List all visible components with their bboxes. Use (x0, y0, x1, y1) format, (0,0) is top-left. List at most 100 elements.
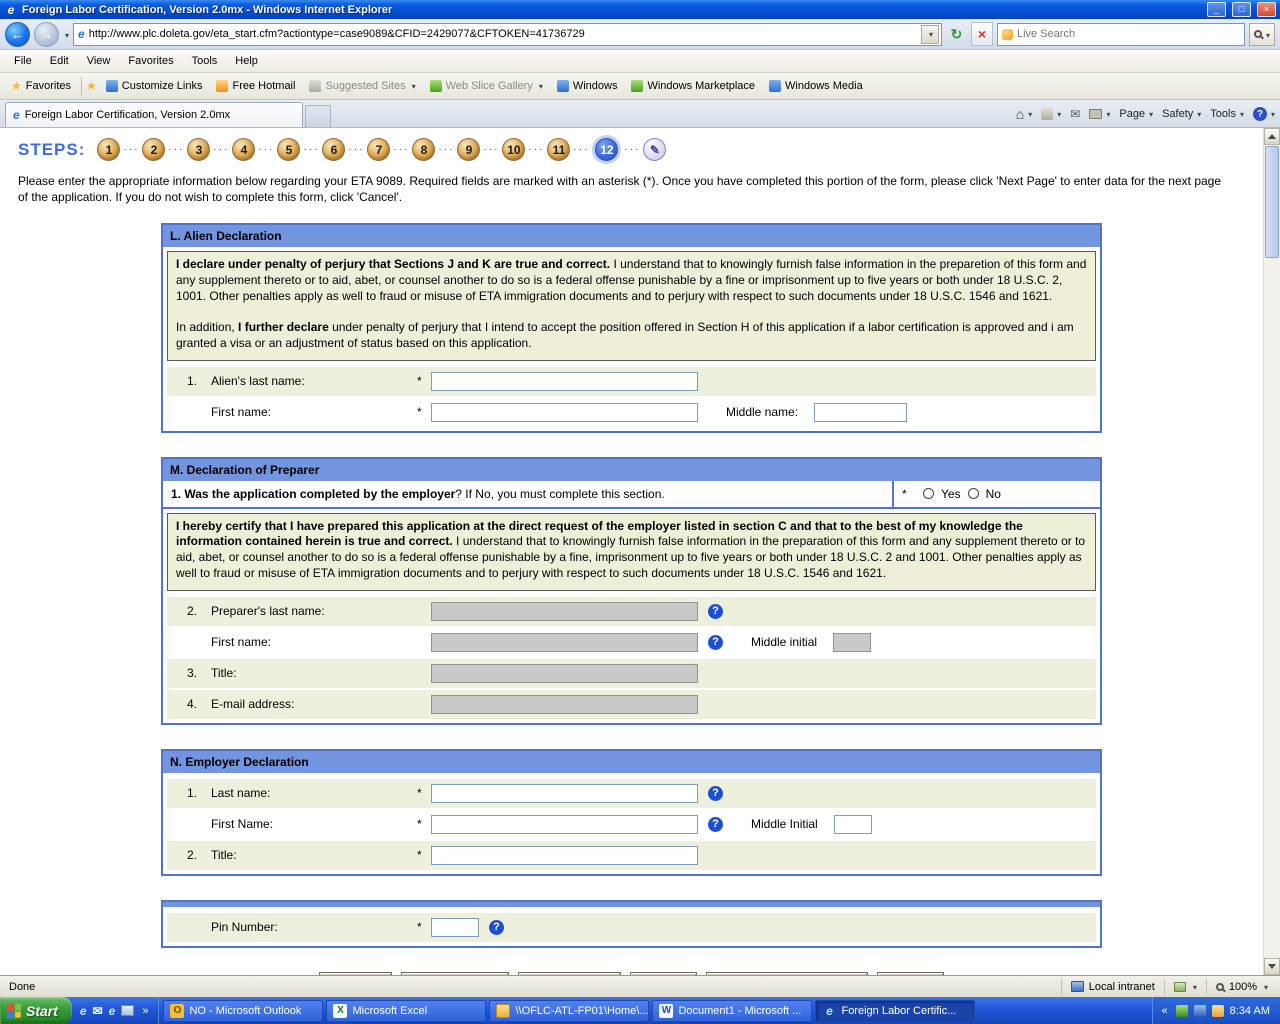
search-input[interactable] (1017, 28, 1240, 40)
back-button[interactable]: ← (5, 22, 30, 47)
address-dropdown-icon[interactable] (921, 25, 939, 44)
quick-launch-ie2-icon[interactable]: e (109, 1004, 116, 1018)
favorite-windows-marketplace[interactable]: Windows Marketplace (626, 78, 760, 94)
help-icon[interactable]: ? (708, 786, 723, 801)
employer-title-input[interactable] (431, 846, 698, 865)
step-3[interactable]: 3 (187, 138, 210, 161)
forward-button[interactable]: → (34, 22, 59, 47)
favorite-web-slice-gallery[interactable]: Web Slice Gallery (425, 78, 548, 94)
refresh-button[interactable]: ↻ (946, 22, 967, 46)
search-box[interactable] (997, 23, 1245, 46)
favorites-button[interactable]: ★ Favorites (5, 77, 77, 95)
quick-launch-overflow-chevron[interactable]: » (140, 1005, 150, 1017)
tray-expand-chevron[interactable]: « (1160, 1005, 1170, 1017)
menu-help[interactable]: Help (227, 52, 266, 70)
tools-menu-button[interactable]: Tools (1210, 108, 1244, 120)
step-6[interactable]: 6 (322, 138, 345, 161)
task-word[interactable]: W Document1 - Microsoft ... (652, 1000, 812, 1022)
task-outlook[interactable]: O NO - Microsoft Outlook (163, 1000, 323, 1022)
minimize-button[interactable]: _ (1207, 2, 1226, 17)
dropdown-arrow-icon[interactable] (1238, 108, 1244, 120)
step-9[interactable]: 9 (457, 138, 480, 161)
page-menu-button[interactable]: Page (1119, 108, 1153, 120)
task-excel[interactable]: X Microsoft Excel (326, 1000, 486, 1022)
step-5[interactable]: 5 (277, 138, 300, 161)
safety-menu-button[interactable]: Safety (1162, 108, 1201, 120)
dropdown-arrow-icon[interactable] (1055, 108, 1061, 120)
tab-foreign-labor-certification[interactable]: e Foreign Labor Certification, Version 2… (5, 102, 303, 127)
dropdown-arrow-icon[interactable] (1269, 108, 1275, 120)
step-2[interactable]: 2 (142, 138, 165, 161)
stop-button[interactable]: × (971, 22, 993, 46)
step-12-current[interactable]: 12 (595, 138, 618, 161)
employer-first-name-input[interactable] (431, 815, 698, 834)
url-input[interactable] (89, 28, 917, 40)
dropdown-arrow-icon[interactable] (1026, 108, 1032, 120)
favorite-customize-links[interactable]: Customize Links (101, 78, 208, 94)
quick-launch-mail-icon[interactable]: ✉ (93, 1004, 103, 1018)
help-icon[interactable]: ? (489, 920, 504, 935)
tray-shield-icon[interactable] (1176, 1005, 1188, 1017)
quick-launch-ie-icon[interactable]: e (80, 1004, 87, 1018)
show-desktop-icon[interactable] (121, 1005, 134, 1016)
feeds-button[interactable] (1041, 108, 1061, 120)
help-icon[interactable]: ? (708, 817, 723, 832)
alien-middle-name-input[interactable] (814, 403, 907, 422)
tray-mail-icon[interactable] (1212, 1005, 1224, 1017)
step-11[interactable]: 11 (547, 138, 570, 161)
dropdown-arrow-icon[interactable] (1191, 981, 1197, 993)
close-button[interactable]: × (1257, 2, 1276, 17)
yes-radio[interactable] (923, 488, 934, 499)
new-tab-button[interactable] (305, 105, 331, 127)
menu-view[interactable]: View (79, 52, 119, 70)
protected-mode-cell[interactable] (1164, 979, 1206, 995)
print-button[interactable] (1089, 108, 1110, 120)
final-step-icon[interactable]: ✎ (643, 138, 666, 161)
scrollbar-thumb[interactable] (1265, 146, 1279, 258)
dropdown-arrow-icon[interactable] (1104, 108, 1110, 120)
menu-favorites[interactable]: Favorites (120, 52, 181, 70)
alien-first-name-input[interactable] (431, 403, 698, 422)
search-button[interactable] (1249, 23, 1275, 46)
no-radio[interactable] (968, 488, 979, 499)
vertical-scrollbar[interactable] (1263, 128, 1280, 975)
employer-middle-initial-input[interactable] (834, 815, 872, 834)
step-10[interactable]: 10 (502, 138, 525, 161)
dropdown-arrow-icon[interactable] (410, 80, 416, 92)
dropdown-arrow-icon[interactable] (1147, 108, 1153, 120)
dropdown-arrow-icon[interactable] (537, 80, 543, 92)
scrollbar-track[interactable] (1264, 145, 1280, 958)
menu-edit[interactable]: Edit (42, 52, 77, 70)
menu-tools[interactable]: Tools (184, 52, 226, 70)
address-field[interactable]: e (73, 23, 942, 46)
maximize-button[interactable]: □ (1232, 2, 1251, 17)
employer-last-name-input[interactable] (431, 784, 698, 803)
add-favorite-icon[interactable]: ★ (86, 79, 97, 93)
task-foreign-labor-certification[interactable]: e Foreign Labor Certific... (815, 1000, 975, 1022)
step-7[interactable]: 7 (367, 138, 390, 161)
favorite-suggested-sites[interactable]: Suggested Sites (304, 78, 420, 94)
zoom-control[interactable]: 100% (1206, 979, 1277, 995)
search-dropdown-icon[interactable] (1264, 25, 1270, 43)
favorite-windows[interactable]: Windows (552, 78, 623, 94)
dropdown-arrow-icon[interactable] (1195, 108, 1201, 120)
favorite-free-hotmail[interactable]: Free Hotmail (211, 78, 300, 94)
menu-file[interactable]: File (6, 52, 40, 70)
task-explorer-folder[interactable]: \\OFLC-ATL-FP01\Home\... (489, 1000, 649, 1022)
help-icon[interactable]: ? (708, 604, 723, 619)
help-icon[interactable]: ? (708, 635, 723, 650)
scroll-down-button[interactable] (1264, 958, 1280, 975)
read-mail-button[interactable]: ✉ (1070, 107, 1080, 121)
pin-number-input[interactable] (431, 918, 479, 937)
tray-network-icon[interactable] (1194, 1005, 1206, 1017)
alien-last-name-input[interactable] (431, 372, 698, 391)
home-button[interactable]: ⌂ (1016, 106, 1032, 122)
step-1[interactable]: 1 (97, 138, 120, 161)
favorite-windows-media[interactable]: Windows Media (764, 78, 868, 94)
dropdown-arrow-icon[interactable] (1262, 981, 1268, 993)
step-8[interactable]: 8 (412, 138, 435, 161)
start-button[interactable]: Start (0, 997, 72, 1024)
step-4[interactable]: 4 (232, 138, 255, 161)
scroll-up-button[interactable] (1264, 128, 1280, 145)
help-menu-button[interactable]: ? (1253, 107, 1275, 121)
